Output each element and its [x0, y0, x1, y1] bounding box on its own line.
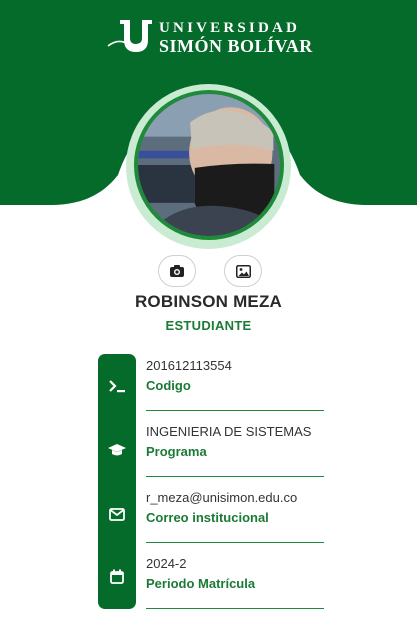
- email-value: r_meza@unisimon.edu.co: [146, 490, 298, 505]
- divider: [146, 608, 324, 609]
- logo-emblem-icon: [107, 20, 152, 52]
- student-name: ROBINSON MEZA: [134, 292, 283, 311]
- student-code-value: 201612113554: [146, 358, 232, 373]
- student-role: ESTUDIANTE: [165, 318, 252, 333]
- divider: [146, 476, 324, 477]
- email-label: Correo institucional: [146, 510, 269, 525]
- terminal-icon: [108, 377, 126, 395]
- camera-icon: [170, 265, 184, 277]
- program-label: Programa: [146, 444, 207, 459]
- divider: [146, 542, 324, 543]
- logo-title-line2: SIMÓN BOLÍVAR: [159, 36, 313, 56]
- avatar-photo: [138, 94, 280, 236]
- divider: [146, 410, 324, 411]
- graduation-cap-icon: [108, 441, 126, 459]
- camera-button[interactable]: [158, 255, 196, 287]
- enrollment-period-value: 2024-2: [146, 556, 187, 571]
- logo-title-line1: UNIVERSIDAD: [159, 20, 301, 36]
- gallery-button[interactable]: [224, 255, 262, 287]
- enrollment-period-label: Periodo Matrícula: [146, 576, 256, 591]
- image-icon: [235, 264, 251, 278]
- university-logo: UNIVERSIDAD SIMÓN BOLÍVAR: [106, 16, 316, 56]
- program-value: INGENIERIA DE SISTEMAS: [146, 424, 312, 439]
- envelope-icon: [108, 505, 126, 523]
- calendar-icon: [108, 567, 126, 585]
- student-code-label: Codigo: [146, 378, 191, 393]
- avatar: [134, 90, 284, 240]
